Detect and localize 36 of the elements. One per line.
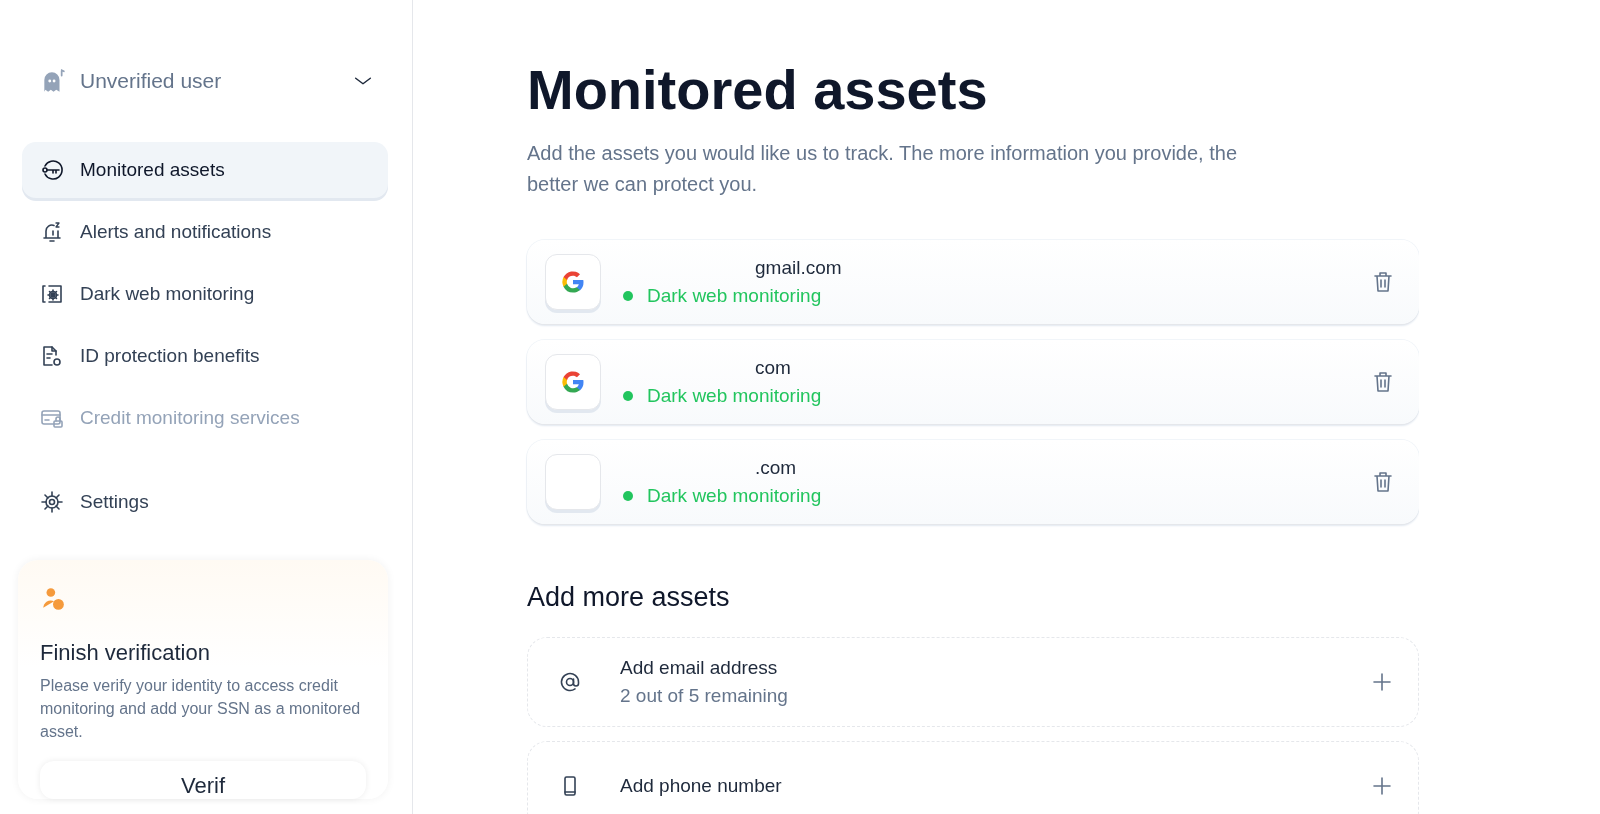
card-title: Finish verification [40, 640, 211, 666]
plus-icon [1370, 670, 1394, 694]
add-label: Add email address [620, 657, 779, 679]
asset-address: gmail.com [754, 257, 843, 279]
status-label: Dark web monitoring [647, 485, 822, 507]
trash-icon [1371, 470, 1395, 494]
user-menu[interactable]: Unverified user [40, 66, 374, 96]
user-name: Unverified user [80, 69, 223, 93]
add-label: Add phone number [620, 775, 783, 797]
card-text: Please verify your identity to access credit monitoring and add your SSN as a monitored asset. [40, 676, 362, 742]
trash-icon [1371, 270, 1395, 294]
page-subtitle: Add the assets you would like us to track. The more information you provide, the better we can protect you. [527, 141, 1238, 197]
add-asset-card[interactable]: Add email address 2 out of 5 remaining [527, 637, 1419, 727]
at-sign-icon [558, 670, 582, 694]
section-title: Add more assets [527, 582, 731, 613]
bell-icon [40, 220, 64, 244]
document-icon [40, 344, 64, 368]
plus-icon [1370, 774, 1394, 798]
logo-tile [545, 454, 601, 510]
web-monitor-icon [40, 282, 64, 306]
key-icon [40, 158, 64, 182]
asset-address: .com [754, 457, 798, 479]
person-icon [40, 586, 66, 612]
trash-icon [1371, 370, 1395, 394]
page-title: Monitored assets [527, 57, 989, 123]
settings-icon [40, 490, 64, 514]
status-label: Dark web monitoring [647, 385, 822, 407]
settings-link[interactable]: Settings [22, 474, 388, 530]
status-label: Dark web monitoring [647, 285, 822, 307]
nav-item[interactable]: Dark web monitoring [22, 266, 388, 322]
nav-item[interactable]: ID protection benefits [22, 328, 388, 384]
nav-item[interactable]: Monitored assets [22, 142, 388, 198]
remaining-count: 2 out of 5 remaining [620, 685, 789, 707]
nav-item[interactable]: Alerts and notifications [22, 204, 388, 260]
verify-button[interactable]: Verif [40, 761, 366, 799]
asset-address: com [754, 357, 792, 379]
